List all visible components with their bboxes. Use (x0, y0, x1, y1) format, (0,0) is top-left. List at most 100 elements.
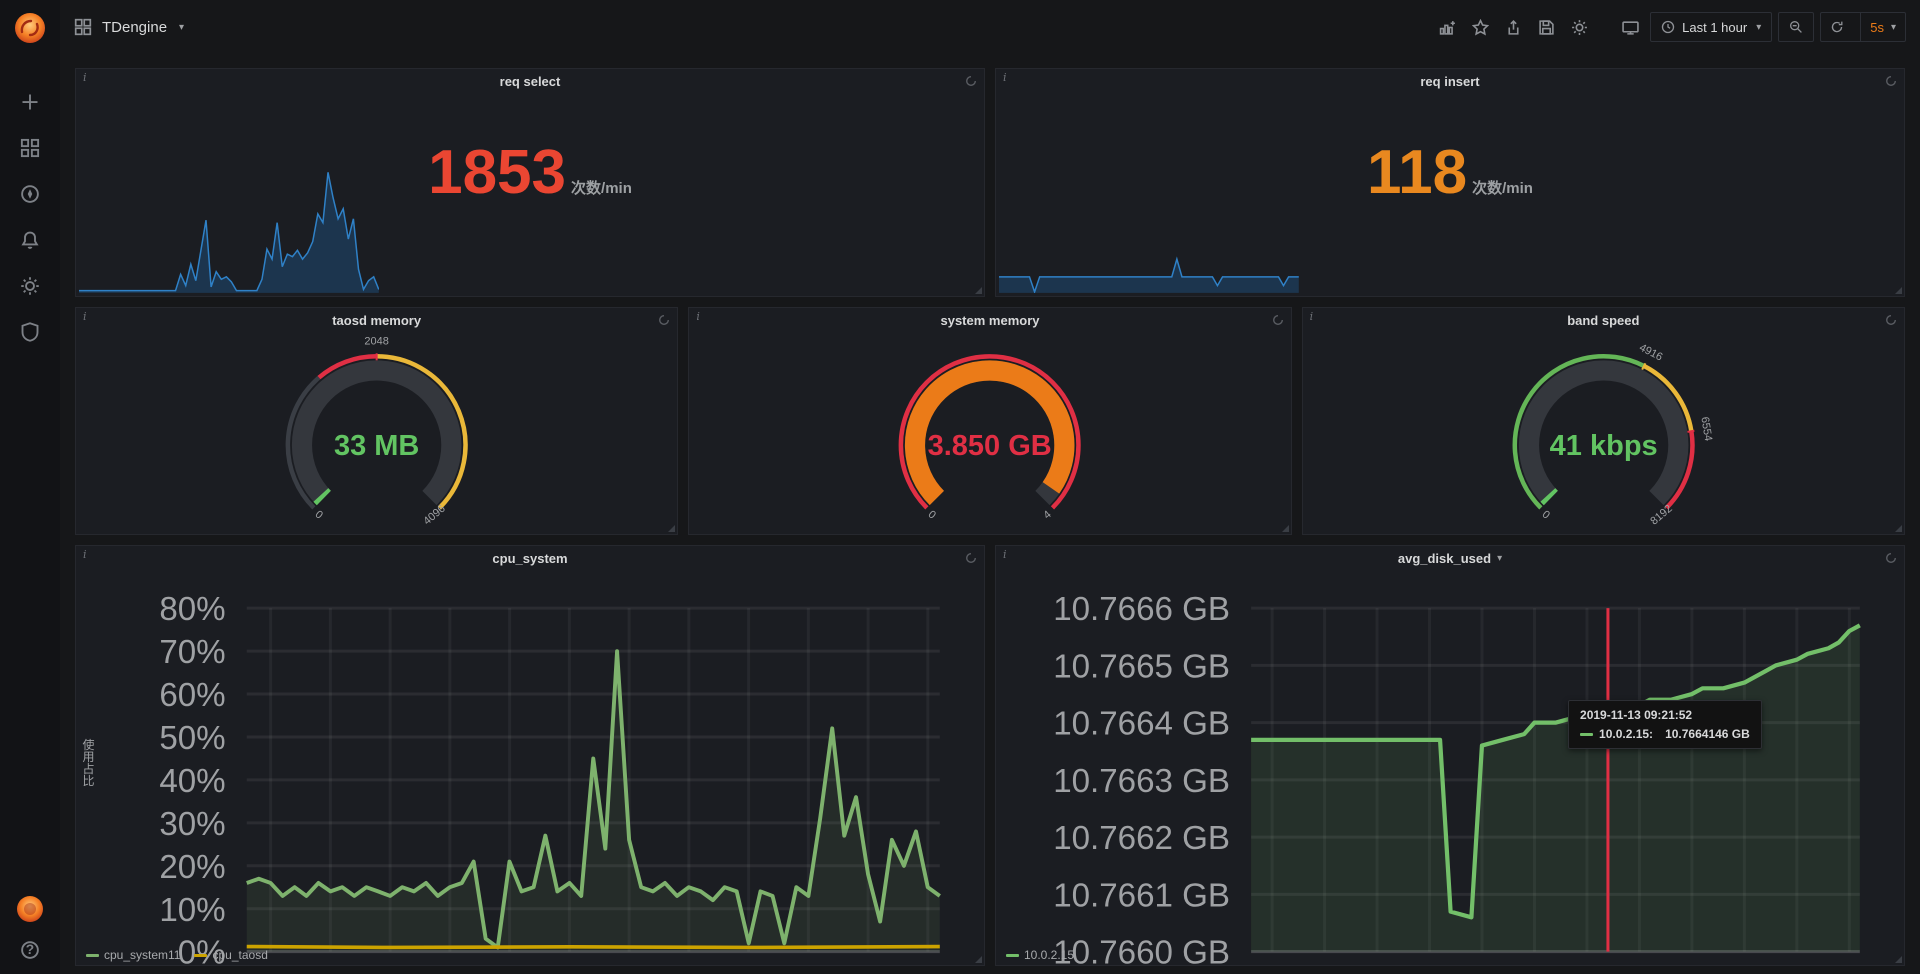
panel-info-icon[interactable]: i (1003, 548, 1007, 561)
legend-item[interactable]: 10.0.2.15 (1006, 948, 1074, 962)
panel-info-icon[interactable]: i (1310, 310, 1314, 323)
svg-text:33 MB: 33 MB (334, 430, 419, 462)
resize-handle[interactable] (1895, 525, 1902, 532)
panel-system-memory: i system memory 043.850 GB (688, 307, 1291, 535)
refresh-interval-dropdown[interactable]: 5s ▾ (1860, 13, 1905, 41)
legend-item[interactable]: cpu_taosd (194, 948, 267, 962)
panel-info-icon[interactable]: i (696, 310, 700, 323)
svg-text:41 kbps: 41 kbps (1549, 430, 1657, 462)
panel-title: avg_disk_used (1398, 551, 1491, 566)
cpu-system-chart[interactable]: 08:5008:5509:0009:0509:1009:1509:2009:25… (78, 572, 982, 974)
legend-label: 10.0.2.15 (1024, 948, 1074, 962)
legend-item[interactable]: cpu_system11 (86, 948, 180, 962)
dashboard-navbar: TDengine ▾ (60, 0, 1920, 54)
svg-text:4916: 4916 (1637, 342, 1664, 364)
panel-avg-disk-used: i avg_disk_used ▾ 08:5008:5509:0009:0509… (995, 545, 1905, 966)
panel-header[interactable]: req insert (996, 69, 1904, 93)
panel-title: req insert (1420, 74, 1479, 89)
zoom-out-button[interactable] (1778, 12, 1814, 42)
legend-swatch (86, 954, 99, 957)
chevron-down-icon: ▾ (1891, 22, 1896, 33)
panel-taosd-memory: i taosd memory 20480409633 MB (75, 307, 678, 535)
band-speed-gauge[interactable]: 491665540819241 kbps (1303, 332, 1904, 534)
svg-text:40%: 40% (159, 763, 225, 800)
panel-cpu-system: i cpu_system 使用占比 08:5008:5509:0009:0509… (75, 545, 985, 966)
taosd-memory-gauge[interactable]: 20480409633 MB (76, 332, 677, 534)
svg-text:10.7661 GB: 10.7661 GB (1053, 877, 1230, 914)
star-icon[interactable] (1467, 14, 1494, 41)
stat-unit: 次数/min (1472, 177, 1533, 198)
save-icon[interactable] (1533, 14, 1560, 41)
time-range-picker[interactable]: Last 1 hour ▾ (1650, 12, 1772, 42)
refresh-icon (1830, 20, 1844, 34)
panel-body: 08:5008:5509:0009:0509:1009:1509:2009:25… (996, 570, 1904, 965)
alerting-icon[interactable] (19, 230, 41, 252)
panel-req-select: i req select 1853 次数/min (75, 68, 985, 297)
svg-text:10.7666 GB: 10.7666 GB (1053, 591, 1230, 628)
dashboard-settings-gear-icon[interactable] (1566, 14, 1593, 41)
user-avatar[interactable] (15, 894, 45, 924)
resize-handle[interactable] (975, 287, 982, 294)
tooltip-value: 10.7664146 GB (1665, 727, 1750, 741)
refresh-interval-label: 5s (1870, 20, 1884, 35)
dashboard-title: TDengine (102, 19, 167, 36)
tooltip-timestamp: 2019-11-13 09:21:52 (1580, 708, 1750, 722)
svg-text:20%: 20% (159, 849, 225, 886)
req-insert-sparkline[interactable] (999, 163, 1299, 293)
panel-header[interactable]: taosd memory (76, 308, 677, 332)
help-icon[interactable]: ? (19, 940, 41, 962)
panel-header[interactable]: cpu_system (76, 546, 984, 570)
panel-loading-icon (658, 313, 670, 331)
panel-info-icon[interactable]: i (83, 71, 87, 84)
avg-disk-used-chart[interactable]: 08:5008:5509:0009:0509:1009:1509:2009:25… (998, 572, 1902, 974)
panel-info-icon[interactable]: i (83, 310, 87, 323)
resize-handle[interactable] (1282, 525, 1289, 532)
svg-text:10%: 10% (159, 892, 225, 929)
panel-title: req select (500, 74, 561, 89)
side-menu: ? (0, 0, 60, 974)
resize-handle[interactable] (1895, 287, 1902, 294)
cycle-view-monitor-icon[interactable] (1617, 14, 1644, 41)
add-panel-button[interactable] (1434, 14, 1461, 41)
panel-header[interactable]: avg_disk_used ▾ (996, 546, 1904, 570)
panel-loading-icon (1885, 551, 1897, 569)
refresh-button[interactable] (1821, 13, 1853, 41)
create-icon[interactable] (19, 92, 41, 114)
resize-handle[interactable] (1895, 956, 1902, 963)
panel-loading-icon (1272, 313, 1284, 331)
svg-text:0: 0 (926, 509, 938, 522)
panel-title: cpu_system (492, 551, 567, 566)
req-select-sparkline[interactable] (79, 163, 379, 293)
legend-swatch (1006, 954, 1019, 957)
panel-body: 491665540819241 kbps (1303, 332, 1904, 534)
navbar-actions: Last 1 hour ▾ 5s ▾ (1434, 12, 1906, 42)
system-memory-gauge[interactable]: 043.850 GB (689, 332, 1290, 534)
legend-label: cpu_taosd (212, 948, 267, 962)
panel-loading-icon (965, 551, 977, 569)
panel-header[interactable]: system memory (689, 308, 1290, 332)
svg-text:0: 0 (313, 509, 325, 522)
panel-header[interactable]: req select (76, 69, 984, 93)
panel-header[interactable]: band speed (1303, 308, 1904, 332)
panel-loading-icon (1885, 313, 1897, 331)
resize-handle[interactable] (975, 956, 982, 963)
resize-handle[interactable] (668, 525, 675, 532)
dashboards-icon[interactable] (19, 138, 41, 160)
panel-info-icon[interactable]: i (1003, 71, 1007, 84)
configuration-gear-icon[interactable] (19, 276, 41, 298)
magnifier-minus-icon (1789, 20, 1803, 34)
dashboard-title-menu[interactable]: TDengine ▾ (74, 18, 184, 36)
chart-legend: 10.0.2.15 (1006, 948, 1074, 962)
server-admin-shield-icon[interactable] (19, 322, 41, 344)
svg-text:2048: 2048 (364, 335, 388, 347)
clock-icon (1661, 20, 1675, 34)
grafana-logo-icon[interactable] (12, 10, 48, 46)
svg-text:6554: 6554 (1698, 416, 1714, 442)
panel-body: 20480409633 MB (76, 332, 677, 534)
panel-info-icon[interactable]: i (83, 548, 87, 561)
explore-icon[interactable] (19, 184, 41, 206)
panel-loading-icon (965, 74, 977, 92)
tooltip-swatch (1580, 733, 1593, 736)
app-root: ? TDengine ▾ (0, 0, 1920, 974)
share-icon[interactable] (1500, 14, 1527, 41)
